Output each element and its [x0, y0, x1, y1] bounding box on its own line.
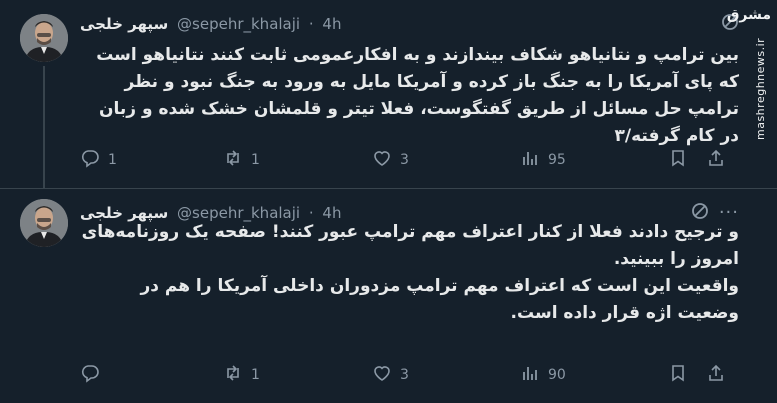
timestamp[interactable]: 4h [322, 15, 341, 33]
avatar[interactable] [20, 14, 68, 62]
reply-icon [80, 363, 100, 387]
separator: · [308, 15, 314, 33]
tweet-header: سپهر خلجی @sepehr_khalaji · 4h [80, 14, 739, 34]
bookmark-icon [668, 148, 688, 172]
mashregh-logo: مشرق [726, 7, 771, 23]
views-count: 95 [548, 152, 566, 168]
tweet-text: و ترجیح دادند فعلا از کنار اعتراف مهم تر… [80, 219, 739, 327]
retweet-button[interactable]: 1 [223, 150, 260, 170]
like-count: 3 [400, 367, 409, 383]
like-count: 3 [400, 152, 409, 168]
retweet-button[interactable]: 1 [223, 365, 260, 385]
tweet-paragraph: و ترجیح دادند فعلا از کنار اعتراف مهم تر… [81, 222, 739, 269]
tweet-actions: 1 3 90 [80, 363, 739, 387]
views-count: 90 [548, 367, 566, 383]
retweet-icon [223, 363, 243, 387]
user-handle[interactable]: @sepehr_khalaji [177, 15, 300, 33]
tweet-1[interactable]: سپهر خلجی @sepehr_khalaji · 4h بین ترامپ… [0, 0, 777, 188]
tweet-text: بین ترامپ و نتانیاهو شکاف بیندازند و به … [80, 42, 739, 150]
reply-button[interactable]: 1 [80, 150, 117, 170]
heart-icon [372, 148, 392, 172]
display-name[interactable]: سپهر خلجی [80, 15, 168, 33]
watermark-url: mashreghnews.ir [754, 37, 767, 140]
tweet-paragraph: بین ترامپ و نتانیاهو شکاف بیندازند و به … [96, 45, 739, 146]
avatar[interactable] [20, 199, 68, 247]
heart-icon [372, 363, 392, 387]
tweet-paragraph: واقعیت این است که اعتراف مهم ترامپ مزدور… [140, 276, 739, 323]
tweet-actions: 1 1 3 95 [80, 148, 739, 172]
share-button[interactable] [706, 363, 726, 387]
retweet-count: 1 [251, 367, 260, 383]
share-icon [706, 148, 726, 172]
like-button[interactable]: 3 [372, 365, 409, 385]
views-icon [520, 148, 540, 172]
views-button[interactable]: 95 [520, 150, 566, 170]
reply-count: 1 [108, 152, 117, 168]
retweet-count: 1 [251, 152, 260, 168]
bookmark-button[interactable] [668, 150, 688, 170]
bookmark-icon [668, 363, 688, 387]
watermark: مشرق mashreghnews.ir [726, 7, 771, 403]
views-button[interactable]: 90 [520, 365, 566, 385]
bookmark-button[interactable] [668, 365, 688, 385]
views-icon [520, 363, 540, 387]
like-button[interactable]: 3 [372, 150, 409, 170]
tweet-2[interactable]: سپهر خلجی @sepehr_khalaji · 4h ··· و ترج… [0, 188, 777, 403]
timeline: سپهر خلجی @sepehr_khalaji · 4h بین ترامپ… [0, 0, 777, 403]
reply-button[interactable] [80, 365, 108, 385]
share-button[interactable] [706, 148, 726, 172]
thread-line [43, 66, 45, 188]
share-icon [706, 363, 726, 387]
reply-icon [80, 148, 100, 172]
retweet-icon [223, 148, 243, 172]
more-icon[interactable]: ··· [719, 204, 739, 222]
